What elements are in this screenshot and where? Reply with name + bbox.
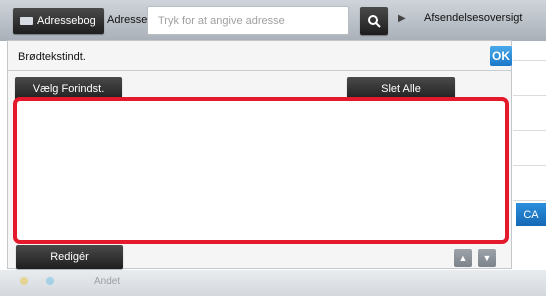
play-arrow-icon[interactable]: ▶: [398, 13, 406, 24]
top-bar: Adressebog Adresse ▶ Afsendelsesoversigt: [0, 0, 546, 41]
scroll-up-button[interactable]: ▲: [454, 249, 472, 267]
title-divider: [8, 70, 511, 71]
address-book-icon: [20, 17, 33, 25]
ok-button[interactable]: OK: [490, 46, 512, 66]
address-book-label: Adressebog: [37, 15, 96, 27]
address-book-button[interactable]: Adressebog: [13, 8, 104, 34]
address-label: Adresse: [107, 14, 148, 26]
bottom-indicator: [46, 277, 54, 285]
scroll-down-button[interactable]: ▼: [478, 249, 496, 267]
edit-button[interactable]: Redigér: [16, 245, 123, 269]
bottom-indicator: [20, 277, 28, 285]
ca-button[interactable]: CA: [516, 203, 546, 226]
search-icon: [368, 15, 381, 28]
body-text-dialog: Brødtekstindt. OK Vælg Forindst. Slet Al…: [7, 40, 512, 269]
screen: Adressebog Adresse ▶ Afsendelsesoversigt…: [0, 0, 546, 296]
other-tab[interactable]: Andet: [94, 276, 120, 287]
search-button[interactable]: [360, 7, 388, 35]
dialog-title: Brødtekstindt.: [18, 51, 86, 63]
send-overview-button[interactable]: Afsendelsesoversigt: [424, 12, 522, 24]
background-list-lines: [513, 60, 546, 260]
bottom-strip: [0, 270, 546, 296]
body-text-area[interactable]: [13, 97, 509, 244]
address-input[interactable]: [147, 6, 349, 35]
